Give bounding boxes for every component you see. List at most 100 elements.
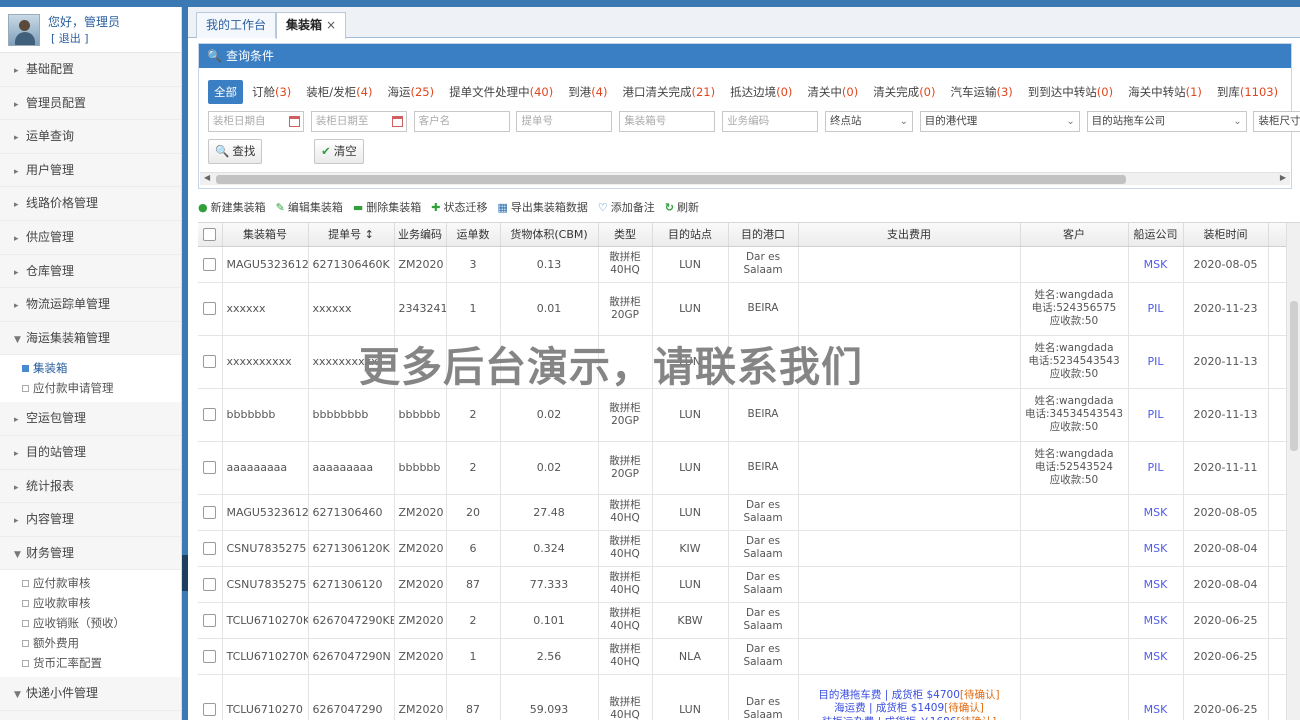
table-row[interactable]: xxxxxx xxxxxx 2343241 1 0.01 散拼柜 20GP LUN BEIRA… [198,282,1299,336]
row-checkbox[interactable] [203,505,217,519]
horizontal-scrollbar[interactable]: ◀ ▶ [200,172,1290,185]
fee-item-link[interactable]: 海运费 [834,702,866,714]
bill-no-field[interactable]: 提单号 [516,111,613,132]
sidebar-subitem[interactable]: 应付款审核 [0,573,181,593]
filter-tab[interactable]: 清关完成(0) [867,80,941,104]
edit-container-button[interactable]: ✎ 编辑集装箱 [276,196,343,220]
logout-link[interactable]: [ 退出 ] [51,30,120,46]
table-row[interactable]: MAGU5323612 6271306460 ZM2020 20 27.48 散拼柜 40… [198,494,1299,531]
row-select-cell[interactable] [198,282,223,336]
filter-tab[interactable]: 到库(1103) [1211,80,1284,104]
carrier-cell[interactable]: MSK [1128,530,1184,567]
row-select-cell[interactable] [198,674,223,720]
row-checkbox[interactable] [203,702,217,716]
carrier-cell[interactable]: PIL [1128,388,1184,442]
sidebar-item[interactable]: ▸ 供应管理 [0,221,181,255]
column-header[interactable]: 支出费用 [798,223,1021,247]
vertical-scroll-thumb[interactable] [1290,301,1298,451]
sidebar-splitter[interactable] [182,7,188,720]
sidebar-subitem[interactable]: 额外费用 [0,633,181,653]
row-checkbox[interactable] [203,649,217,663]
row-select-cell[interactable] [198,335,223,389]
table-row[interactable]: bbbbbbb bbbbbbbb bbbbbb 2 0.02 散拼柜 20GP LUN BEI… [198,388,1299,442]
table-row[interactable]: MAGU5323612 6271306460K ZM2020 3 0.13 散拼柜 40H… [198,246,1299,283]
filter-tab[interactable]: 港口清关完成(21) [616,80,721,104]
customer-field[interactable]: 客户名 [413,111,510,132]
table-row[interactable]: TCLU6710270K 6267047290KB ZM2020 2 0.101 散拼柜 … [198,602,1299,639]
row-select-cell[interactable] [198,388,223,442]
container-no-field[interactable]: 集装箱号 [619,111,716,132]
row-select-cell[interactable] [198,441,223,495]
filter-tab[interactable]: 装柜/发柜(4) [300,80,378,104]
carrier-cell[interactable]: PIL [1128,441,1184,495]
select-all-cell[interactable] [198,223,223,247]
scroll-left-icon[interactable]: ◀ [204,173,210,182]
column-header[interactable]: 集装箱号 [222,223,309,247]
table-row[interactable]: TCLU6710270N 6267047290N ZM2020 1 2.56 散拼柜 40… [198,638,1299,675]
row-checkbox[interactable] [203,613,217,627]
row-checkbox[interactable] [203,257,217,271]
row-select-cell[interactable] [198,246,223,283]
sidebar-subitem[interactable]: 应付款申请管理 [0,378,181,398]
table-row[interactable]: CSNU7835275 6271306120K ZM2020 6 0.324 散拼柜 40… [198,530,1299,567]
carrier-cell[interactable]: MSK [1128,494,1184,531]
biz-code-field[interactable]: 业务编码 [722,111,819,132]
column-header[interactable]: 业务编码 [394,223,447,247]
row-select-cell[interactable] [198,494,223,531]
sidebar-item[interactable]: ▼ 财务管理 [0,537,181,571]
row-select-cell[interactable] [198,602,223,639]
carrier-cell[interactable]: PIL [1128,282,1184,336]
sidebar-item[interactable]: ▸ 目的站管理 [0,436,181,470]
column-header[interactable]: 目的站点 [652,223,729,247]
sidebar-item[interactable]: ▸ 基础配置 [0,53,181,87]
date-to-field[interactable]: 装柜日期至 [310,111,407,132]
sidebar-subitem[interactable]: 集装箱 [0,358,181,378]
column-header[interactable]: 目的港口 [728,223,799,247]
filter-tab[interactable]: 订舱(3) [246,80,297,104]
filter-tab[interactable]: 海关中转站(1) [1122,80,1208,104]
column-header[interactable]: 运单数 [446,223,501,247]
sidebar-item[interactable]: ▸ 仓库管理 [0,255,181,289]
carrier-cell[interactable]: PIL [1128,335,1184,389]
close-icon[interactable]: × [326,18,336,32]
fee-item-link[interactable]: 目的港拖车费 [818,689,881,701]
sidebar-item[interactable]: ▸ 空运包管理 [0,402,181,436]
filter-tab[interactable]: 全部 [208,80,243,104]
row-checkbox[interactable] [203,355,217,369]
table-row[interactable]: TCLU6710270 6267047290 ZM2020 87 59.093 散拼柜 4… [198,674,1299,720]
status-transfer-button[interactable]: ✚ 状态迁移 [431,196,487,220]
column-header[interactable]: 船运公司 [1128,223,1184,247]
carrier-cell[interactable]: MSK [1128,602,1184,639]
carrier-cell[interactable]: MSK [1128,566,1184,603]
column-header[interactable]: 类型 [598,223,653,247]
delete-container-button[interactable]: ▬ 删除集装箱 [353,196,421,220]
sidebar-subitem[interactable]: 应收款审核 [0,593,181,613]
terminal-select[interactable]: 终点站 ⌄ [824,111,913,132]
filter-tab[interactable]: 到港(4) [562,80,613,104]
select-all-checkbox[interactable] [203,228,217,241]
row-select-cell[interactable] [198,530,223,567]
scroll-thumb[interactable] [216,175,1126,184]
size-select[interactable]: 装柜尺寸 [1253,111,1300,132]
add-container-button[interactable]: ● 新建集装箱 [198,196,266,220]
calendar-icon[interactable] [289,116,300,127]
sidebar-item[interactable]: ▸ 内容管理 [0,503,181,537]
row-checkbox[interactable] [203,408,217,422]
date-from-field[interactable]: 装柜日期自 [208,111,304,132]
table-row[interactable]: aaaaaaaaa aaaaaaaaa bbbbbb 2 0.02 散拼柜 20GP LUN… [198,441,1299,495]
vertical-scrollbar[interactable] [1286,223,1300,720]
filter-tab[interactable]: 汽车运输(3) [944,80,1018,104]
sidebar-item[interactable]: ▸ 管理员配置 [0,87,181,121]
row-select-cell[interactable] [198,638,223,675]
export-container-button[interactable]: ▦ 导出集装箱数据 [497,196,587,220]
add-note-button[interactable]: ♡ 添加备注 [598,196,655,220]
tab-workbench[interactable]: 我的工作台 [196,12,277,38]
filter-tab[interactable]: 海运(25) [381,80,440,104]
column-header[interactable]: 装柜时间 [1183,223,1269,247]
column-header[interactable]: 客户 [1020,223,1129,247]
row-checkbox[interactable] [203,541,217,555]
sidebar-item[interactable]: ▸ 用户管理 [0,154,181,188]
carrier-cell[interactable]: MSK [1128,246,1184,283]
filter-tab[interactable]: 到到达中转站(0) [1022,80,1119,104]
calendar-icon[interactable] [391,116,403,127]
